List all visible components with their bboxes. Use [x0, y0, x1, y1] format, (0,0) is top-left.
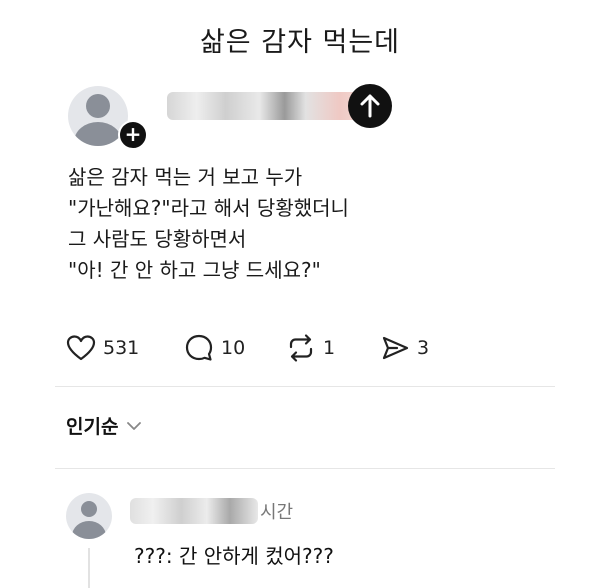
post-actions: 531 10 1 3	[62, 330, 482, 366]
thread-line	[88, 548, 90, 588]
blurred-author-name	[167, 92, 377, 120]
follow-plus-icon[interactable]: +	[118, 120, 148, 150]
reply-button[interactable]: 10	[184, 330, 245, 366]
repost-button[interactable]: 1	[286, 330, 335, 366]
heart-icon	[66, 335, 96, 361]
avatar-head	[81, 501, 97, 517]
post-line: 그 사람도 당황하면서	[68, 227, 247, 251]
comment-text: ???: 간 안하게 컸어???	[134, 544, 334, 568]
like-count: 531	[103, 337, 140, 359]
post-line: "아! 간 안 하고 그냥 드세요?"	[68, 258, 321, 282]
divider	[55, 386, 555, 387]
repost-icon	[289, 334, 313, 362]
divider	[55, 468, 555, 469]
post-line: "가난해요?"라고 해서 당황했더니	[68, 196, 349, 220]
post-header: +	[62, 82, 422, 152]
sort-label: 인기순	[66, 416, 119, 438]
post-line: 삶은 감자 먹는 거 보고 누가	[68, 165, 303, 189]
share-button[interactable]: 3	[380, 330, 429, 366]
speech-bubble-icon	[185, 334, 213, 361]
post-body: 삶은 감자 먹는 거 보고 누가 "가난해요?"라고 해서 당황했더니 그 사람…	[68, 162, 349, 286]
page-title: 삶은 감자 먹는데	[199, 27, 401, 58]
share-count: 3	[417, 337, 430, 359]
comment-avatar[interactable]	[66, 493, 112, 539]
chevron-down-icon	[127, 421, 142, 430]
like-button[interactable]: 531	[66, 330, 139, 366]
arrow-up-icon[interactable]	[348, 84, 392, 128]
avatar-head	[86, 94, 110, 118]
reply-count: 10	[221, 337, 246, 359]
avatar-shoulders	[74, 122, 122, 146]
avatar-shoulders	[72, 521, 106, 539]
sort-dropdown[interactable]: 인기순	[66, 412, 142, 439]
repost-count: 1	[323, 337, 336, 359]
comment-time: 시간	[260, 502, 294, 523]
send-icon	[382, 336, 409, 360]
blurred-commenter-name	[130, 498, 258, 524]
